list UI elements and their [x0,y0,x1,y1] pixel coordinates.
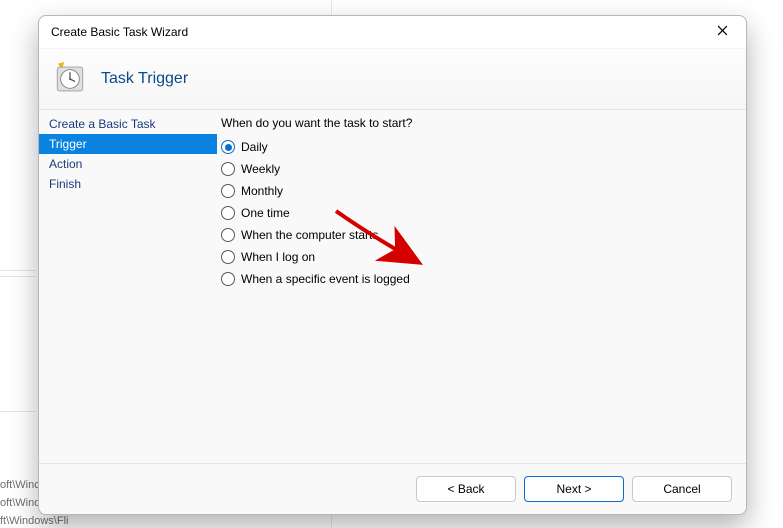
trigger-option[interactable]: Daily [221,140,736,154]
wizard-step[interactable]: Trigger [39,134,217,154]
bg-separator [0,276,36,277]
titlebar: Create Basic Task Wizard [39,16,746,48]
steps-sidebar: Create a Basic TaskTriggerActionFinish [39,110,217,463]
radio-icon [221,228,235,242]
radio-icon [221,272,235,286]
trigger-option-label: When I log on [241,250,315,264]
bg-separator [0,270,36,271]
radio-icon [221,206,235,220]
wizard-body: Create a Basic TaskTriggerActionFinish W… [39,110,746,463]
bg-separator [0,411,36,412]
task-wizard-dialog: Create Basic Task Wizard Task Trigger Cr… [38,15,747,515]
radio-icon [221,184,235,198]
trigger-option[interactable]: Weekly [221,162,736,176]
wizard-step[interactable]: Finish [39,174,217,194]
page-title: Task Trigger [101,70,188,88]
trigger-options: Daily Weekly Monthly One time When the compu… [219,140,736,286]
trigger-option-label: Daily [241,140,268,154]
close-icon [717,25,728,39]
wizard-step[interactable]: Create a Basic Task [39,114,217,134]
close-button[interactable] [710,20,734,44]
trigger-option-label: Weekly [241,162,280,176]
trigger-option[interactable]: When a specific event is logged [221,272,736,286]
footer: < Back Next > Cancel [39,463,746,514]
trigger-option[interactable]: Monthly [221,184,736,198]
trigger-option-label: When a specific event is logged [241,272,410,286]
back-button[interactable]: < Back [416,476,516,502]
bg-path-fragment: oft\Winc [0,479,40,491]
clock-icon [53,62,87,96]
bg-path-fragment: ft\Windows\Fli [0,515,68,527]
wizard-step[interactable]: Action [39,154,217,174]
content-area: When do you want the task to start? Dail… [217,110,746,463]
prompt-text: When do you want the task to start? [221,116,736,130]
cancel-button[interactable]: Cancel [632,476,732,502]
window-title: Create Basic Task Wizard [51,25,188,39]
banner: Task Trigger [39,48,746,110]
trigger-option-label: One time [241,206,290,220]
trigger-option[interactable]: When the computer starts [221,228,736,242]
trigger-option-label: When the computer starts [241,228,378,242]
next-button[interactable]: Next > [524,476,624,502]
radio-icon [221,140,235,154]
trigger-option-label: Monthly [241,184,283,198]
trigger-option[interactable]: One time [221,206,736,220]
trigger-option[interactable]: When I log on [221,250,736,264]
radio-icon [221,250,235,264]
radio-icon [221,162,235,176]
